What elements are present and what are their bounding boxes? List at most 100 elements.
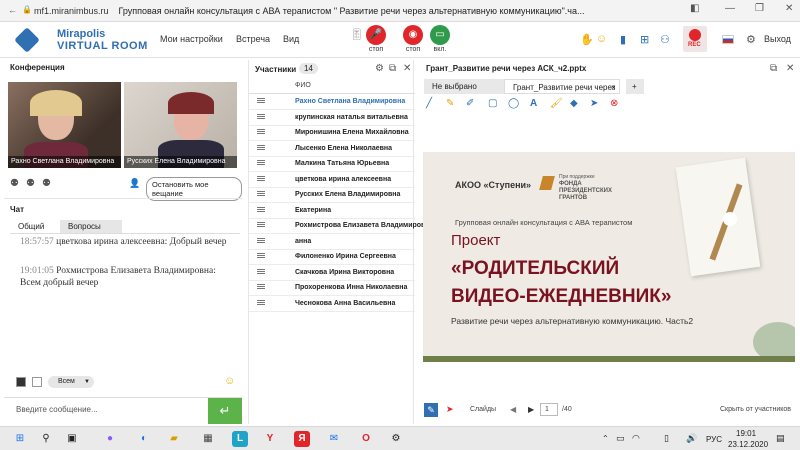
tab-questions[interactable]: Вопросы (60, 220, 122, 233)
record-button[interactable]: REC (683, 26, 707, 52)
network-icon[interactable]: ⚇ (660, 33, 670, 46)
drag-handle-icon[interactable] (257, 131, 265, 132)
menu-view[interactable]: Вид (283, 34, 299, 44)
drag-handle-icon[interactable] (257, 177, 265, 179)
battery-icon[interactable]: ▯ (664, 433, 669, 444)
participant-row[interactable]: анна (249, 234, 415, 250)
drag-handle-icon[interactable] (257, 208, 265, 210)
l-app-icon[interactable]: L (232, 431, 248, 447)
close-icon[interactable]: ✕ (786, 63, 794, 74)
video-control-icon[interactable]: ⚉ (26, 178, 35, 189)
tab-presentation[interactable]: Грант_Развитие речи через × (504, 79, 620, 94)
text-icon[interactable]: A (530, 98, 537, 109)
participant-row[interactable]: Русских Елена Владимировна (249, 187, 415, 203)
drag-handle-icon[interactable] (257, 239, 265, 241)
page-input[interactable]: 1 (540, 403, 558, 416)
participant-row[interactable]: Филоненко Ирина Сергеевна (249, 249, 415, 265)
opera-icon[interactable]: O (358, 431, 374, 447)
settings-icon[interactable]: ⚙ (388, 431, 404, 447)
recipient-select[interactable]: Всем ▼ (48, 376, 94, 388)
drag-handle-icon[interactable] (257, 193, 265, 194)
tab-general[interactable]: Общий (10, 220, 60, 233)
clear-icon[interactable]: ⊗ (610, 98, 618, 109)
drag-handle-icon[interactable] (257, 146, 265, 148)
fill-icon[interactable]: 🖌 (550, 98, 563, 109)
address-bar[interactable]: mf1.miranimbus.ru (34, 6, 109, 16)
drag-handle-icon[interactable] (257, 162, 265, 163)
attach-icon[interactable] (32, 377, 42, 387)
participant-row[interactable]: Рахно Светлана Владимировна (249, 94, 415, 110)
participant-row[interactable]: Скачкова Ирина Викторовна (249, 265, 415, 281)
clock-date[interactable]: 23.12.2020 (728, 440, 768, 449)
pointer-icon[interactable]: ➤ (590, 98, 598, 109)
participant-row[interactable]: цветкова ирина алексеевна (249, 172, 415, 188)
add-tab-button[interactable]: + (626, 79, 644, 94)
participant-row[interactable]: Миронишина Елена Михайловна (249, 125, 415, 141)
back-icon[interactable]: ← (8, 5, 17, 15)
participant-row[interactable]: Прохоренкова Инна Николаевна (249, 280, 415, 296)
color-picker-icon[interactable] (16, 377, 26, 387)
windows-start-icon[interactable]: ⊞ (12, 431, 28, 447)
video-tile[interactable]: Русских Елена Владимировна (124, 82, 237, 168)
pen-icon[interactable]: ╱ (426, 98, 432, 109)
pointer-icon[interactable]: ➤ (446, 404, 454, 415)
mail-icon[interactable]: ✉ (326, 431, 342, 447)
language-indicator[interactable]: РУС (706, 435, 722, 444)
clock-time[interactable]: 19:01 (736, 429, 756, 438)
language-flag-icon[interactable] (722, 35, 734, 44)
notifications-icon[interactable]: ▤ (776, 433, 785, 444)
menu-meeting[interactable]: Встреча (236, 34, 270, 44)
yandex-icon[interactable]: Y (262, 431, 278, 447)
drag-handle-icon[interactable] (257, 224, 265, 225)
highlighter-icon[interactable]: ✎ (446, 98, 454, 109)
video-control-icon[interactable]: ⚉ (42, 178, 51, 189)
tray-up-icon[interactable]: ⌃ (602, 434, 609, 443)
video-tile[interactable]: Рахно Светлана Владимировна (8, 82, 121, 168)
eraser-icon[interactable]: ◆ (570, 98, 578, 109)
emoji-icon[interactable]: ☺ (596, 33, 607, 45)
menu-settings[interactable]: Мои настройки (160, 34, 223, 44)
participant-row[interactable]: Лысенко Елена Николаевна (249, 141, 415, 157)
participant-row[interactable]: Екатерина (249, 203, 415, 219)
ellipse-icon[interactable]: ◯ (508, 98, 519, 109)
exit-button[interactable]: Выход (764, 34, 791, 44)
extension-icon[interactable]: ◧ (690, 3, 699, 14)
file-explorer-icon[interactable]: ▰ (166, 431, 182, 447)
search-icon[interactable]: ⚲ (38, 431, 54, 447)
video-control-icon[interactable]: ⚉ (10, 178, 19, 189)
settings-icon[interactable]: ⚙ (375, 63, 384, 74)
expand-icon[interactable]: ⧉ (770, 63, 777, 74)
layout-icon[interactable]: ⊞ (640, 33, 649, 46)
tray-icon[interactable]: ▭ (616, 433, 625, 444)
rectangle-icon[interactable]: ▢ (488, 98, 497, 109)
tab-not-selected[interactable]: Не выбрано (424, 79, 504, 94)
next-slide-icon[interactable]: ▶ (528, 405, 534, 414)
restore-icon[interactable]: ❐ (755, 3, 764, 14)
close-icon[interactable]: × (611, 80, 616, 93)
store-icon[interactable]: ▦ (200, 431, 216, 447)
participant-row[interactable]: Чеснокова Анна Васильевна (249, 296, 415, 312)
close-icon[interactable]: ✕ (785, 3, 793, 14)
settings-icon[interactable]: ⚙ (746, 33, 756, 46)
drag-handle-icon[interactable] (257, 255, 265, 256)
volume-icon[interactable]: 🔊 (686, 433, 697, 444)
participant-row[interactable]: Рохмистрова Елизавета Владимировна (249, 218, 433, 234)
hide-from-participants[interactable]: Скрыть от участников (720, 406, 791, 413)
minimize-icon[interactable]: — (725, 3, 735, 14)
camera-stop-button[interactable]: ◉ (403, 25, 423, 45)
stats-icon[interactable]: ▮ (620, 33, 626, 46)
edge-icon[interactable]: ◐ (136, 431, 152, 447)
participant-row[interactable]: крупинская наталья витальевна (249, 110, 415, 126)
close-icon[interactable]: ✕ (403, 63, 411, 74)
task-view-icon[interactable]: ▣ (64, 431, 80, 447)
drag-handle-icon[interactable] (257, 100, 265, 101)
screen-share-button[interactable]: ▭ (430, 25, 450, 45)
prev-slide-icon[interactable]: ◀ (510, 405, 516, 414)
drag-handle-icon[interactable] (257, 115, 265, 117)
yandex-browser-icon[interactable]: Я (294, 431, 310, 447)
message-input[interactable]: Введите сообщение... (16, 405, 98, 414)
emoji-icon[interactable]: ☺ (224, 375, 235, 387)
drag-handle-icon[interactable] (257, 301, 265, 303)
expand-icon[interactable]: ⧉ (389, 63, 396, 74)
send-button[interactable]: ↵ (208, 398, 242, 424)
